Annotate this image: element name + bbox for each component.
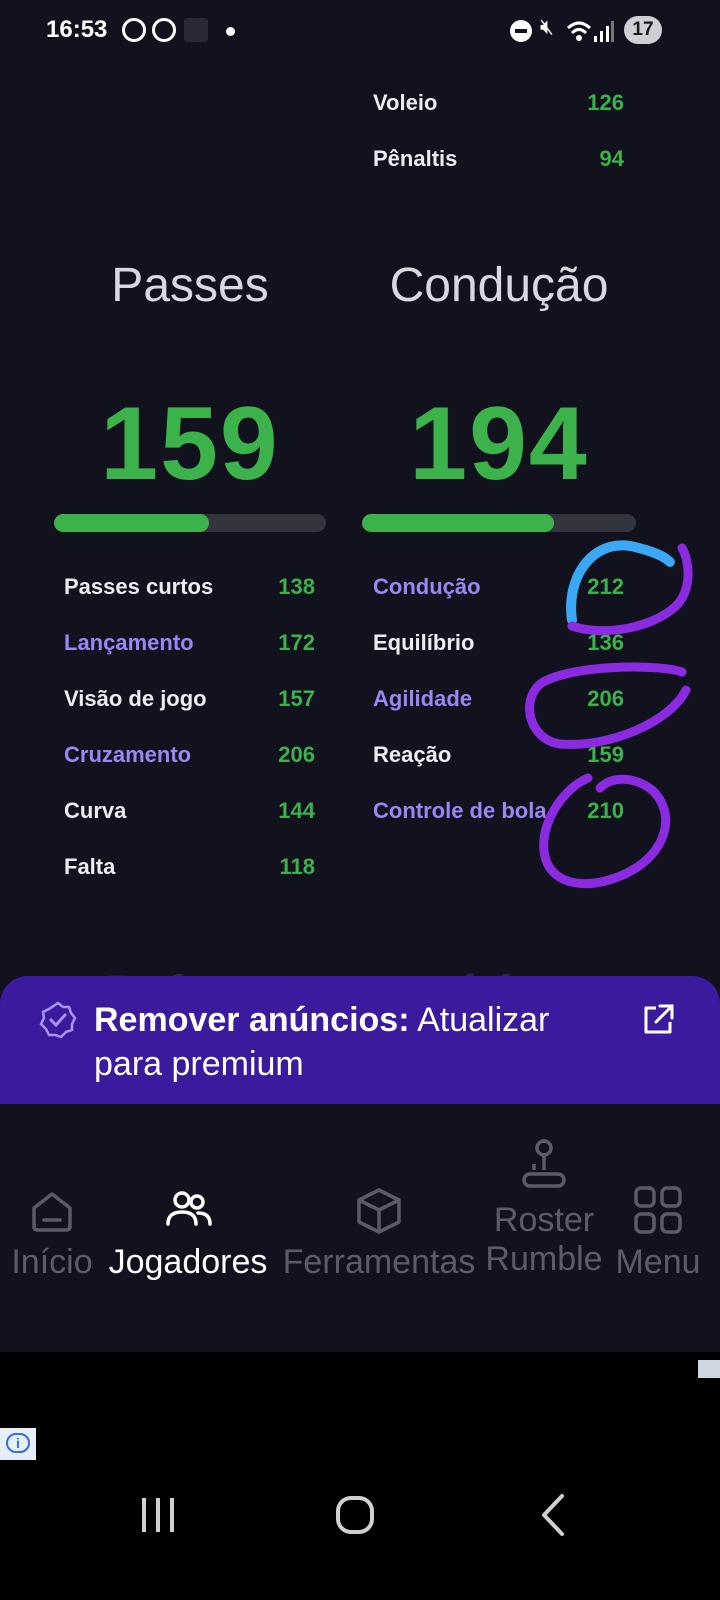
nav-item-menu[interactable]: Menu bbox=[606, 1186, 710, 1282]
nav-label: Roster bbox=[493, 1201, 595, 1239]
bottom-nav: Início Jogadores Ferramentas Roster Rumb… bbox=[0, 1104, 720, 1352]
external-link-icon[interactable] bbox=[640, 1002, 676, 1038]
joystick-icon bbox=[522, 1139, 566, 1188]
nav-label: Menu bbox=[615, 1243, 701, 1281]
nav-item-inicio[interactable]: Início bbox=[4, 1186, 100, 1282]
system-nav-bar bbox=[142, 1494, 564, 1536]
blue-annotation-stroke bbox=[566, 540, 675, 625]
nav-item-jogadores[interactable]: Jogadores bbox=[100, 1186, 276, 1282]
premium-banner-text[interactable]: Remover anúncios: Atualizar para premium bbox=[94, 998, 614, 1086]
box-icon bbox=[357, 1188, 401, 1234]
recents-button bbox=[142, 1498, 174, 1532]
premium-banner-bold: Remover anúncios: bbox=[94, 1001, 410, 1039]
nav-sublabel: Rumble bbox=[485, 1240, 603, 1278]
ad-choices-icon[interactable] bbox=[698, 1360, 720, 1378]
annotation-overlay bbox=[525, 540, 693, 889]
nav-label: Jogadores bbox=[108, 1243, 268, 1281]
home-button bbox=[336, 1496, 374, 1534]
premium-banner[interactable]: Remover anúncios: Atualizar para premium bbox=[0, 976, 720, 1104]
grid-icon bbox=[634, 1186, 682, 1234]
nav-label: Ferramentas bbox=[282, 1243, 476, 1281]
back-button bbox=[542, 1494, 564, 1536]
nav-item-ferramentas[interactable]: Ferramentas bbox=[276, 1186, 482, 1282]
verified-badge-icon bbox=[39, 1001, 77, 1039]
nav-label: Início bbox=[11, 1243, 93, 1281]
purple-annotation-circle bbox=[525, 662, 691, 749]
home-icon bbox=[32, 1192, 72, 1232]
users-icon bbox=[166, 1191, 212, 1226]
info-icon[interactable] bbox=[0, 1428, 36, 1460]
purple-annotation-circle bbox=[539, 773, 671, 889]
nav-item-roster-rumble[interactable]: Roster Rumble bbox=[482, 1138, 606, 1279]
